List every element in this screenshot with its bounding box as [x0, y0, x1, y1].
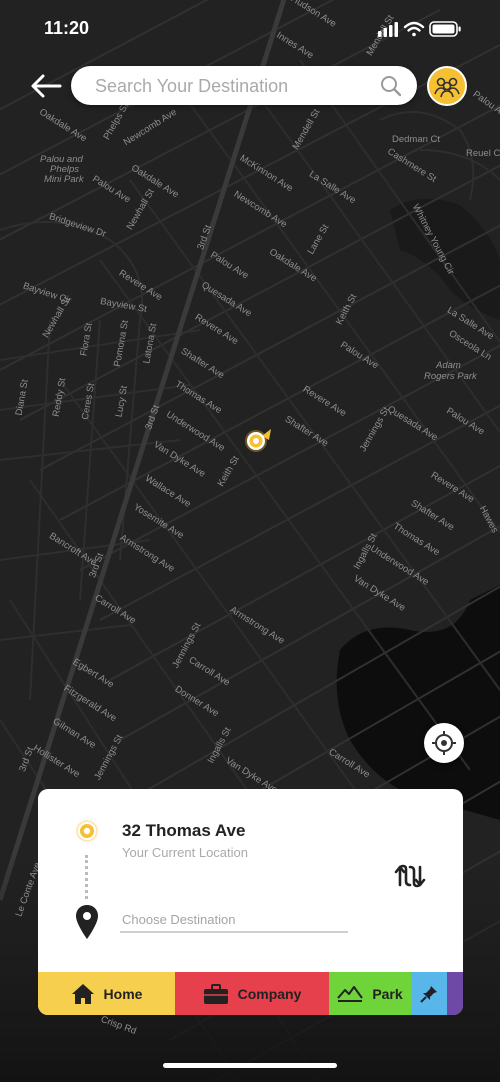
swap-route-button[interactable]	[391, 857, 429, 895]
origin-subtitle: Your Current Location	[122, 845, 248, 860]
park-label: Adam	[436, 360, 461, 371]
briefcase-icon	[203, 983, 228, 1004]
search-input[interactable]	[93, 66, 367, 107]
origin-title: 32 Thomas Ave	[122, 821, 246, 840]
street-label: Dedman Ct	[392, 134, 441, 145]
park-label: Mini Park	[44, 174, 84, 185]
status-time: 11:20	[44, 18, 90, 38]
pushpin-icon	[420, 985, 437, 1003]
map-pin-icon	[76, 905, 98, 939]
street-label: Reuel Ct	[466, 148, 500, 159]
current-location-icon	[245, 429, 271, 452]
back-button[interactable]	[28, 70, 64, 102]
group-avatar-icon	[434, 77, 460, 98]
swap-route-icon	[394, 864, 426, 888]
shortcut-pinned[interactable]	[411, 972, 447, 1015]
mountain-icon	[337, 985, 364, 1002]
gps-locate-icon	[432, 731, 456, 755]
shortcut-park[interactable]: Park	[329, 972, 411, 1015]
shortcut-park-label: Park	[372, 985, 403, 1002]
origin-dot-icon	[76, 820, 98, 842]
avatar[interactable]	[427, 66, 467, 106]
shortcuts-bar: Home Company Park	[38, 972, 463, 1015]
search-icon[interactable]	[379, 74, 403, 98]
park-label: Rogers Park	[424, 371, 477, 382]
home-icon	[71, 983, 94, 1004]
route-dotted-line	[85, 855, 88, 899]
status-icons	[378, 21, 461, 37]
shortcut-company-label: Company	[237, 985, 302, 1002]
status-bar: 11:20	[0, 0, 500, 58]
route-card: 32 Thomas Ave Your Current Location Home	[38, 789, 463, 1015]
shortcut-more[interactable]	[447, 972, 463, 1015]
signal-icon	[378, 22, 398, 37]
wifi-icon	[403, 21, 425, 37]
shortcut-company[interactable]: Company	[175, 972, 329, 1015]
shortcut-home[interactable]: Home	[38, 972, 175, 1015]
home-indicator[interactable]	[163, 1063, 337, 1068]
destination-input[interactable]	[120, 907, 348, 933]
back-arrow-icon	[31, 74, 62, 98]
locate-button[interactable]	[424, 723, 464, 763]
battery-icon	[429, 21, 461, 37]
search-bar[interactable]	[71, 66, 417, 107]
shortcut-home-label: Home	[103, 985, 143, 1002]
